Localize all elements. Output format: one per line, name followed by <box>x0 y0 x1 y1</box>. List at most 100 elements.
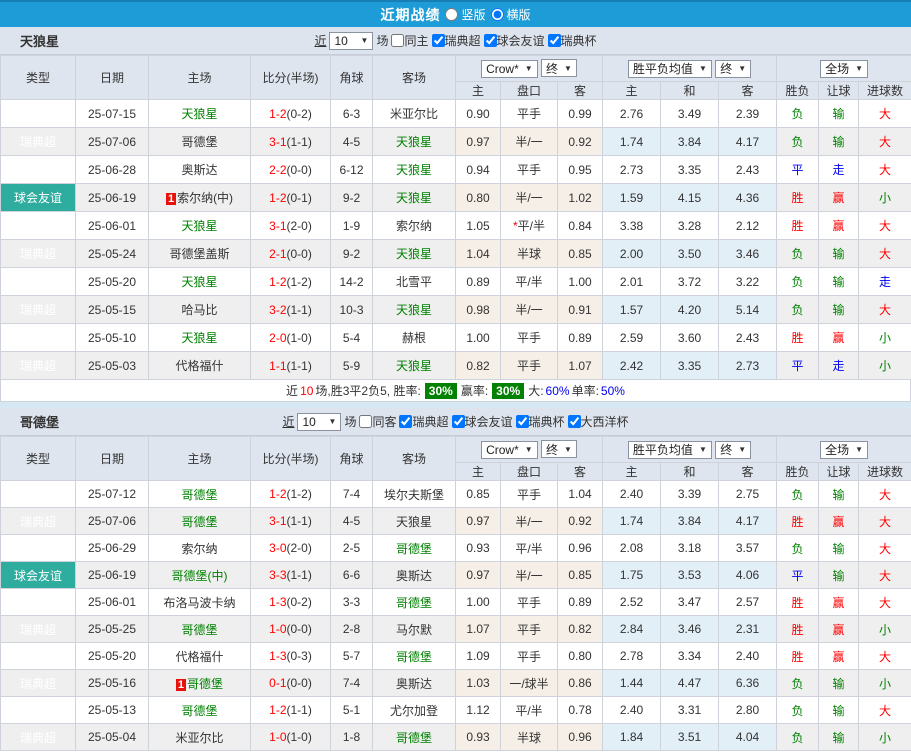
home-team-name: 奥斯达 <box>181 163 218 177</box>
result-handicap-cell: 输 <box>818 534 860 562</box>
mean-away-cell: 2.43 <box>718 323 778 352</box>
comp-input[interactable] <box>431 34 445 47</box>
layout-radio-vertical[interactable]: 竖版 <box>445 6 486 23</box>
halftime-score: (1-2) <box>286 487 312 501</box>
competition-checkbox[interactable]: 球会友谊 <box>483 32 545 49</box>
comp-input[interactable] <box>399 415 413 428</box>
handicap-cell: 半/一 <box>500 127 558 156</box>
home-team-name: 天狼星 <box>181 275 218 289</box>
same-venue-checkbox[interactable]: 同客 <box>359 413 396 430</box>
mean-time-select[interactable]: 终 <box>715 59 752 78</box>
fullgame-select[interactable]: 全场 <box>820 59 868 78</box>
fulltime-score: 1-0 <box>269 730 287 744</box>
competition-checkbox[interactable]: 球会友谊 <box>451 413 513 430</box>
away-odds-cell: 1.00 <box>556 267 604 296</box>
same-venue-input[interactable] <box>359 415 373 428</box>
competition-checkbox[interactable]: 大西洋杯 <box>567 413 629 430</box>
home-odds-cell: 1.04 <box>455 239 501 268</box>
away-team-cell: 天狼星 <box>372 351 456 380</box>
odds-time-select[interactable]: 终 <box>541 440 577 459</box>
col-corner: 角球 <box>330 55 373 100</box>
win-rate-badge: 30% <box>424 382 457 399</box>
team1-title: 天狼星 <box>20 34 60 49</box>
home-team-cell: 奥斯达 <box>148 155 251 184</box>
near-link[interactable]: 近 <box>314 32 326 49</box>
handicap-cell: 平手 <box>500 615 558 643</box>
competition-checkbox[interactable]: 瑞典杯 <box>547 32 597 49</box>
sub-away-odds: 客 <box>556 81 604 100</box>
near-link[interactable]: 近 <box>282 413 294 430</box>
score-cell: 3-1(2-0) <box>250 211 331 240</box>
corner-cell: 5-9 <box>330 351 373 380</box>
away-team-cell: 哥德堡 <box>372 723 456 751</box>
date-cell: 25-05-20 <box>75 642 149 670</box>
date-cell: 25-05-10 <box>75 323 149 352</box>
fullgame-select[interactable]: 全场 <box>820 440 868 459</box>
fulltime-score: 1-1 <box>269 358 287 373</box>
mean-away-cell: 4.17 <box>718 507 778 535</box>
result-outcome-cell: 胜 <box>776 642 820 670</box>
comp-input[interactable] <box>547 34 561 47</box>
mean-draw-cell: 3.35 <box>660 351 720 380</box>
same-venue-input[interactable] <box>391 34 405 47</box>
horizontal-radio-input[interactable] <box>490 8 504 21</box>
home-team-name: 哈马比 <box>181 303 218 317</box>
home-odds-cell: 0.93 <box>455 723 501 751</box>
fulltime-score: 1-3 <box>269 595 287 609</box>
away-team-cell: 北雪平 <box>372 267 456 296</box>
bookmaker-select[interactable]: Crow* <box>481 59 538 78</box>
layout-radio-horizontal[interactable]: 横版 <box>490 6 531 23</box>
odds-time-select[interactable]: 终 <box>541 59 577 78</box>
bookmaker-select[interactable]: Crow* <box>481 440 538 459</box>
result-goals-cell: 大 <box>858 239 911 268</box>
date-cell: 25-06-01 <box>75 588 149 616</box>
score-cell: 0-1(0-0) <box>250 669 331 697</box>
result-outcome-cell: 负 <box>776 723 820 751</box>
competition-checkbox[interactable]: 瑞典超 <box>431 32 481 49</box>
comp-input[interactable] <box>483 34 497 47</box>
away-team-name: 奥斯达 <box>395 676 432 691</box>
score-cell: 3-1(1-1) <box>250 507 331 535</box>
comp-input[interactable] <box>567 415 581 428</box>
mean-select[interactable]: 胜平负均值 <box>627 59 712 78</box>
home-odds-cell: 1.07 <box>455 615 501 643</box>
comp-input[interactable] <box>451 415 465 428</box>
halftime-score: (0-2) <box>286 595 312 609</box>
date-cell: 25-07-15 <box>75 99 149 128</box>
table-row: 瑞典超 25-05-03 代格福什 1-1(1-1) 5-9 天狼星 0.82 … <box>0 351 911 380</box>
corner-cell: 7-4 <box>330 480 373 508</box>
table-row: 瑞典超 25-07-12 哥德堡 1-2(1-2) 7-4 埃尔夫斯堡 0.85… <box>0 480 911 508</box>
corner-cell: 9-2 <box>330 239 373 268</box>
result-goals-cell: 大 <box>858 588 911 616</box>
mean-home-cell: 1.84 <box>602 723 662 751</box>
result-handicap-cell: 赢 <box>818 211 860 240</box>
mean-time-select[interactable]: 终 <box>715 440 752 459</box>
games-count-select[interactable]: 10 <box>329 31 374 50</box>
league-cell: 瑞典超 <box>0 507 76 535</box>
away-odds-cell: 0.96 <box>556 723 604 751</box>
result-goals-cell: 小 <box>858 323 911 352</box>
fulltime-score: 2-0 <box>269 330 287 345</box>
competition-checkbox[interactable]: 瑞典杯 <box>515 413 565 430</box>
team2-title: 哥德堡 <box>20 415 60 430</box>
result-handicap-cell: 赢 <box>818 507 860 535</box>
same-venue-checkbox[interactable]: 同主 <box>391 32 429 49</box>
away-team-name: 哥德堡 <box>395 649 432 664</box>
games-count-select[interactable]: 10 <box>297 412 342 431</box>
mean-home-cell: 2.40 <box>602 480 662 508</box>
comp-input[interactable] <box>515 415 529 428</box>
corner-cell: 7-4 <box>330 669 373 697</box>
away-team-name: 埃尔夫斯堡 <box>383 487 444 502</box>
corner-cell: 5-1 <box>330 696 373 724</box>
result-outcome-cell: 胜 <box>776 588 820 616</box>
table-row: 瑞典超 25-07-06 哥德堡 3-1(1-1) 4-5 天狼星 0.97 半… <box>0 507 911 535</box>
home-team-cell: 天狼星 <box>148 99 251 128</box>
vertical-radio-input[interactable] <box>445 8 459 21</box>
league-cell: 瑞典超 <box>0 588 76 616</box>
handicap-name: 半/一 <box>515 303 543 317</box>
competition-checkbox[interactable]: 瑞典超 <box>399 413 449 430</box>
date-cell: 25-05-04 <box>75 723 149 751</box>
mean-select[interactable]: 胜平负均值 <box>627 440 712 459</box>
mean-draw-cell: 3.28 <box>660 211 720 240</box>
fulltime-score: 3-1 <box>269 514 287 528</box>
